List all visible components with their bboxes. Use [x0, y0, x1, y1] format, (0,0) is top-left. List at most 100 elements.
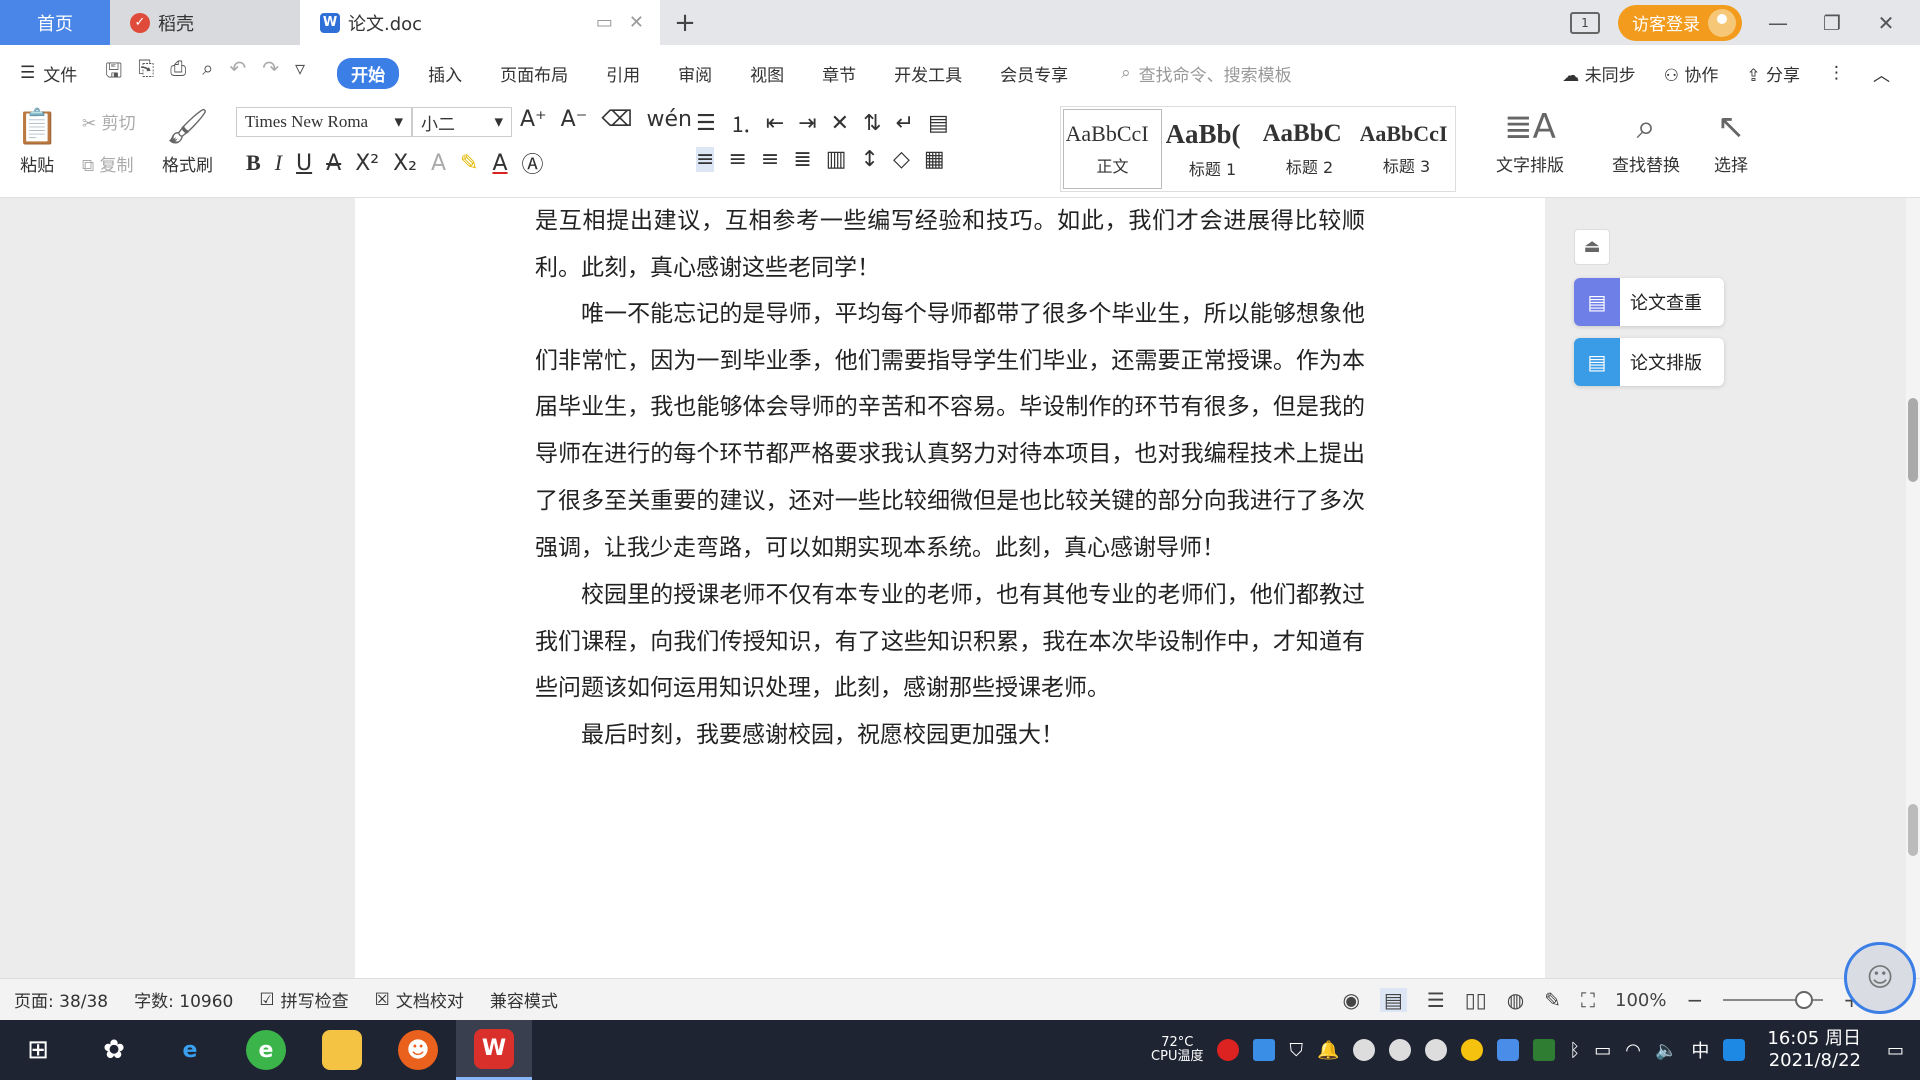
- menu-review[interactable]: 审阅: [678, 61, 712, 86]
- wifi-icon[interactable]: ◠: [1625, 1040, 1641, 1061]
- sort-icon[interactable]: ⇅: [863, 111, 881, 136]
- strikethrough-icon[interactable]: A: [326, 151, 341, 176]
- close-window-icon[interactable]: ✕: [1868, 11, 1904, 35]
- scrollbar-thumb-lower[interactable]: [1908, 804, 1918, 856]
- cut-button[interactable]: ✂ 剪切: [82, 109, 136, 134]
- qq-icon[interactable]: [1389, 1039, 1412, 1061]
- line-spacing-icon[interactable]: ↕: [861, 147, 879, 172]
- page-view-icon[interactable]: ▤: [1379, 988, 1407, 1012]
- style-heading-1[interactable]: AaBb( 标题 1: [1164, 107, 1261, 191]
- zoom-level[interactable]: 100%: [1615, 990, 1666, 1011]
- redo-icon[interactable]: ↷: [262, 56, 279, 90]
- minimize-icon[interactable]: —: [1760, 11, 1796, 35]
- document-page[interactable]: 是互相提出建议，互相参考一些编写经验和技巧。如此，我们才会进展得比较顺利。此刻，…: [355, 198, 1545, 978]
- collaborate-button[interactable]: ⚇ 协作: [1664, 61, 1719, 86]
- game-app-icon[interactable]: ☻: [380, 1020, 456, 1080]
- format-painter-button[interactable]: 🖌 格式刷: [162, 107, 213, 176]
- italic-icon[interactable]: I: [275, 150, 282, 176]
- wps-taskbar-icon[interactable]: W: [456, 1020, 532, 1080]
- file-menu[interactable]: ☰ 文件: [20, 61, 77, 86]
- tab-docer[interactable]: ✓ 稻壳: [110, 0, 300, 45]
- outline-view-icon[interactable]: ☰: [1427, 988, 1445, 1012]
- paragraph[interactable]: 最后时刻，我要感谢校园，祝愿校园更加强大！: [535, 712, 1365, 759]
- numbered-list-icon[interactable]: ⒈: [730, 107, 752, 139]
- assistant-avatar-icon[interactable]: ☺: [1844, 942, 1916, 1014]
- bluetooth-icon[interactable]: ᛒ: [1569, 1040, 1580, 1061]
- panel-layout-icon[interactable]: 1: [1570, 11, 1600, 34]
- shield-icon[interactable]: ⛉: [1289, 1040, 1303, 1061]
- paragraph[interactable]: 唯一不能忘记的是导师，平均每个导师都带了很多个毕业生，所以能够想象他们非常忙，因…: [535, 291, 1365, 571]
- tab-home[interactable]: 首页: [0, 0, 110, 45]
- print-icon[interactable]: ⎙: [170, 56, 186, 90]
- ruler-icon[interactable]: ▤: [928, 111, 949, 136]
- battery-icon[interactable]: ▭: [1594, 1040, 1611, 1061]
- paste-button[interactable]: 📋 粘贴: [16, 107, 58, 176]
- fit-page-icon[interactable]: ⛶: [1581, 988, 1595, 1012]
- menu-developer[interactable]: 开发工具: [894, 61, 962, 86]
- internet-explorer-icon[interactable]: e: [152, 1020, 228, 1080]
- zoom-slider-knob[interactable]: [1795, 991, 1814, 1009]
- align-left-icon[interactable]: ≡: [696, 147, 715, 172]
- align-right-icon[interactable]: ≡: [761, 147, 779, 172]
- tab-document[interactable]: W 论文.doc ▭ ✕: [300, 0, 660, 45]
- qq-icon[interactable]: [1425, 1039, 1448, 1061]
- justify-icon[interactable]: ≣: [793, 147, 811, 172]
- eye-protection-icon[interactable]: ◉: [1342, 988, 1359, 1012]
- cpu-temperature-widget[interactable]: 72°C CPU温度: [1151, 1036, 1203, 1064]
- font-size-select[interactable]: 小二 ▾: [412, 107, 512, 137]
- paragraph[interactable]: 是互相提出建议，互相参考一些编写经验和技巧。如此，我们才会进展得比较顺利。此刻，…: [535, 198, 1365, 291]
- sync-button[interactable]: ☁ 未同步: [1562, 61, 1635, 86]
- thesis-check-button[interactable]: ▤ 论文查重: [1574, 278, 1724, 326]
- superscript-icon[interactable]: X²: [355, 151, 379, 176]
- bell-icon[interactable]: 🔔: [1317, 1040, 1339, 1061]
- text-effect-icon[interactable]: A: [431, 151, 446, 176]
- shading-icon[interactable]: ◇: [893, 147, 910, 172]
- decrease-indent-icon[interactable]: ⇤: [766, 111, 784, 136]
- scrollbar-thumb[interactable]: [1908, 398, 1918, 482]
- reading-view-icon[interactable]: ▯▯: [1465, 988, 1487, 1012]
- input-method-icon[interactable]: [1723, 1039, 1746, 1061]
- grow-font-icon[interactable]: A⁺: [520, 107, 547, 132]
- tray-app-icon[interactable]: [1217, 1039, 1240, 1061]
- word-count[interactable]: 字数: 10960: [134, 987, 233, 1012]
- qq-icon[interactable]: [1353, 1039, 1376, 1061]
- style-heading-2[interactable]: AaBbC 标题 2: [1261, 107, 1358, 191]
- increase-indent-icon[interactable]: ⇥: [798, 111, 816, 136]
- spell-check-button[interactable]: ☑ 拼写检查: [259, 987, 348, 1013]
- export-pdf-icon[interactable]: ⎘: [138, 56, 154, 90]
- text-layout-button[interactable]: ≣A 文字排版: [1496, 107, 1564, 176]
- font-color-icon[interactable]: A: [492, 151, 507, 176]
- distribute-icon[interactable]: ▥: [826, 147, 847, 172]
- collapse-panel-icon[interactable]: ⏏: [1574, 229, 1610, 265]
- phonetic-guide-icon[interactable]: wén: [646, 107, 691, 132]
- save-icon[interactable]: 🖫: [105, 56, 122, 90]
- visitor-login-button[interactable]: 访客登录: [1618, 4, 1742, 41]
- nvidia-icon[interactable]: [1533, 1039, 1556, 1061]
- bullet-list-icon[interactable]: ☰: [696, 111, 716, 136]
- font-name-select[interactable]: Times New Roma ▾: [236, 107, 412, 137]
- new-tab-button[interactable]: +: [660, 0, 710, 45]
- menu-references[interactable]: 引用: [606, 61, 640, 86]
- shrink-font-icon[interactable]: A⁻: [561, 107, 588, 132]
- share-button[interactable]: ⇪ 分享: [1746, 61, 1800, 86]
- clear-format-icon[interactable]: ⌫: [601, 107, 632, 132]
- menu-chapter[interactable]: 章节: [822, 61, 856, 86]
- app-launcher-icon[interactable]: ✿: [76, 1020, 152, 1080]
- char-border-icon[interactable]: Ⓐ: [522, 147, 544, 179]
- menu-view[interactable]: 视图: [750, 61, 784, 86]
- menu-home[interactable]: 开始: [337, 57, 400, 89]
- close-tab-icon[interactable]: ✕: [629, 12, 644, 33]
- write-mode-icon[interactable]: ✎: [1544, 988, 1561, 1012]
- more-icon[interactable]: ⋮: [1828, 63, 1845, 83]
- tray-app-icon[interactable]: [1461, 1039, 1484, 1061]
- show-marks-icon[interactable]: ↵: [896, 111, 914, 136]
- bold-icon[interactable]: B: [246, 150, 261, 176]
- vertical-scrollbar[interactable]: [1906, 198, 1920, 978]
- style-heading-3[interactable]: AaBbCcI 标题 3: [1358, 107, 1455, 191]
- notification-center-icon[interactable]: ▭: [1887, 1040, 1904, 1061]
- tray-app-icon[interactable]: [1253, 1039, 1276, 1061]
- browser-360-icon[interactable]: e: [228, 1020, 304, 1080]
- paragraph[interactable]: 校园里的授课老师不仅有本专业的老师，也有其他专业的老师们，他们都教过我们课程，向…: [535, 572, 1365, 712]
- undo-icon[interactable]: ↶: [230, 56, 247, 90]
- zoom-out-icon[interactable]: −: [1686, 988, 1703, 1012]
